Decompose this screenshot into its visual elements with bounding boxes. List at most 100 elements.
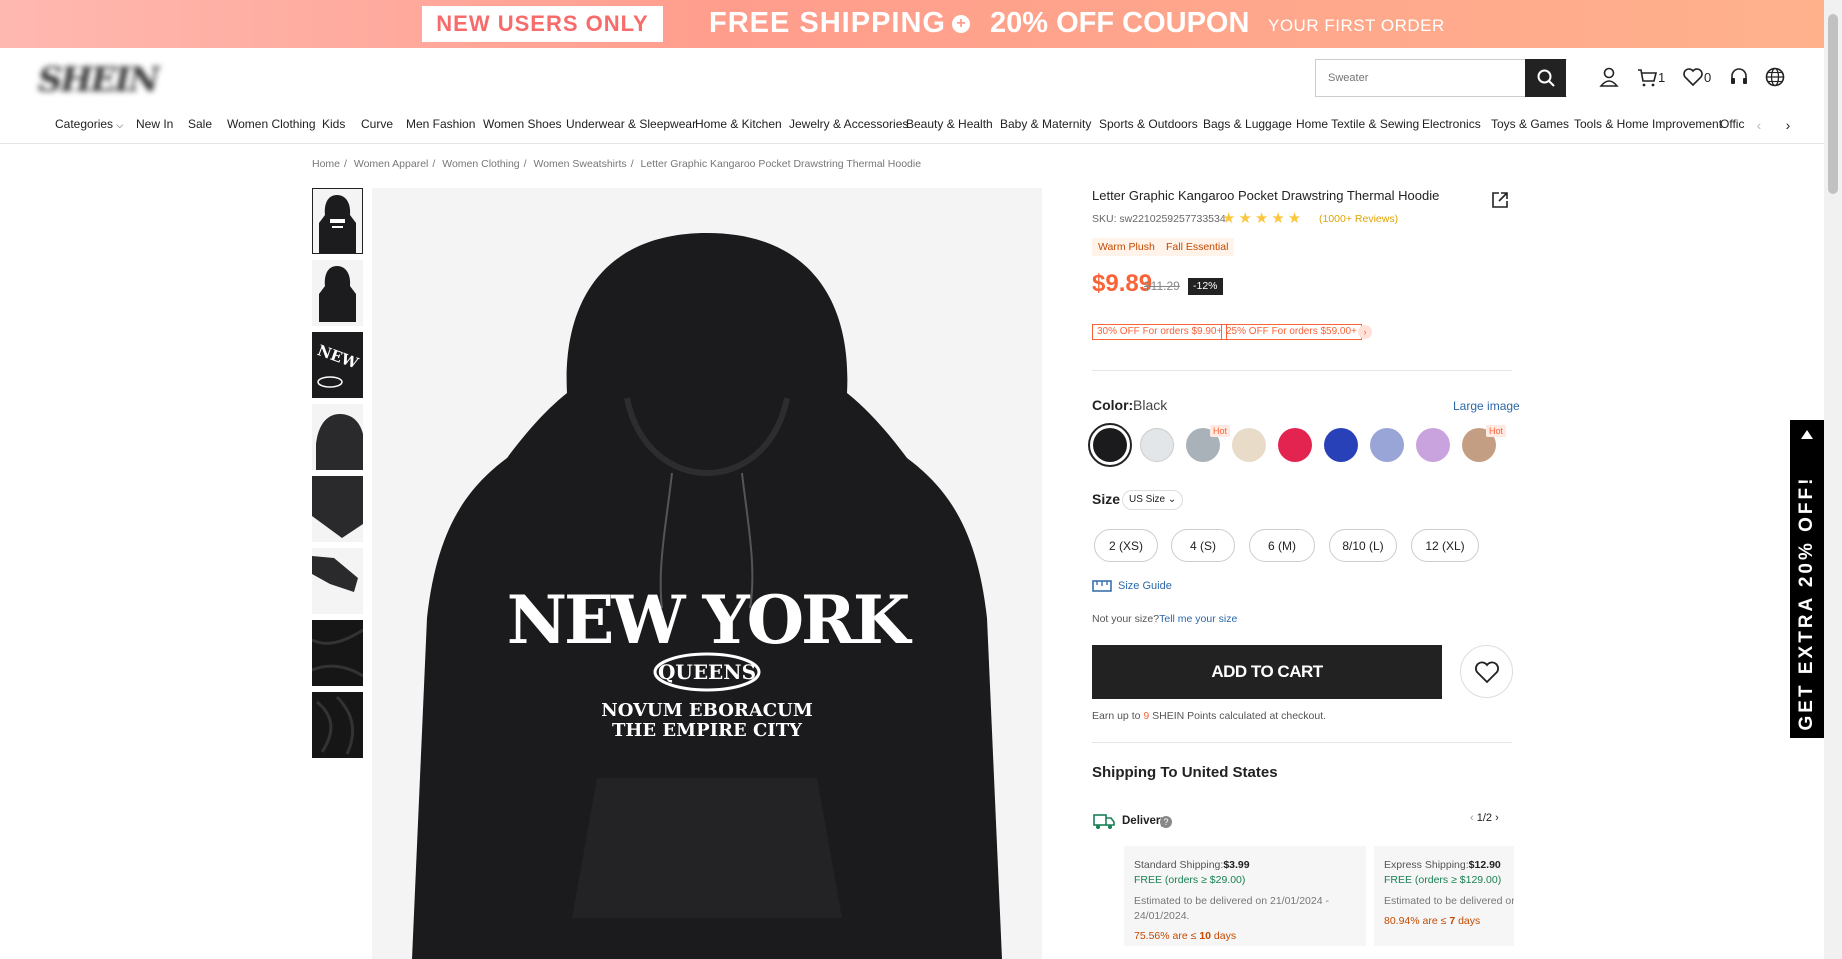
nav-item[interactable]: Women Shoes (483, 117, 562, 131)
extra-discount-text: GET EXTRA 20% OFF! (1796, 475, 1817, 731)
thumbnail[interactable] (312, 476, 363, 542)
new-users-badge: NEW USERS ONLY (422, 6, 663, 42)
coupon-badge[interactable]: 30% OFF For orders $9.90+ (1092, 324, 1228, 340)
nav-item[interactable]: Baby & Maternity (1000, 117, 1091, 131)
size-option[interactable]: 12 (XL) (1411, 529, 1479, 562)
search-button[interactable] (1525, 59, 1566, 97)
nav-item[interactable]: Men Fashion (406, 117, 475, 131)
shipping-option-card: Standard Shipping:$3.99 FREE (orders ≥ $… (1124, 846, 1366, 946)
category-nav: Categories ⌵ New In Sale Women Clothing … (0, 110, 1824, 144)
color-swatch-black[interactable] (1088, 423, 1132, 467)
size-system-select[interactable]: US Size ⌄ (1122, 490, 1184, 510)
size-option[interactable]: 4 (S) (1171, 529, 1235, 562)
plus-icon: + (952, 15, 970, 33)
size-option[interactable]: 6 (M) (1249, 529, 1315, 562)
collapse-arrow-icon[interactable] (1801, 430, 1813, 439)
ruler-icon (1092, 580, 1112, 592)
breadcrumb-item[interactable]: Home (312, 158, 340, 170)
nav-item[interactable]: Sale (188, 117, 212, 131)
thumbnail[interactable] (312, 620, 363, 686)
globe-icon (1765, 67, 1785, 87)
thumbnail[interactable] (312, 188, 363, 254)
nav-item[interactable]: Electronics (1422, 117, 1481, 131)
thumbnail[interactable] (312, 548, 363, 614)
color-swatch[interactable] (1370, 428, 1404, 462)
breadcrumb-item[interactable]: Women Apparel (354, 158, 429, 170)
support-button[interactable] (1728, 64, 1750, 90)
size-option[interactable]: 2 (XS) (1094, 529, 1158, 562)
scrollbar-thumb[interactable] (1828, 14, 1838, 194)
heart-icon (1683, 68, 1703, 87)
divider (1092, 370, 1512, 371)
nav-next-button[interactable]: › (1774, 113, 1802, 137)
thumbnail[interactable]: NEW YORK (312, 332, 363, 398)
large-image-link[interactable]: Large image (1453, 399, 1520, 413)
thumbnail[interactable] (312, 404, 363, 470)
cart-button[interactable]: 1 (1636, 64, 1665, 90)
nav-prev-button[interactable]: ‹ (1745, 113, 1773, 137)
chevron-down-icon: ⌄ (1167, 494, 1177, 505)
nav-item[interactable]: Home & Kitchen (695, 117, 782, 131)
breadcrumb-current: Letter Graphic Kangaroo Pocket Drawstrin… (640, 158, 922, 170)
thumbnail[interactable] (312, 260, 363, 326)
nav-item[interactable]: Curve (361, 117, 393, 131)
chevron-right-icon[interactable]: › (1358, 325, 1372, 339)
nav-item[interactable]: Sports & Outdoors (1099, 117, 1198, 131)
page-scrollbar[interactable] (1824, 0, 1842, 959)
nav-item[interactable]: Toys & Games (1491, 117, 1569, 131)
nav-item[interactable]: Kids (322, 117, 345, 131)
thumbnail[interactable] (312, 692, 363, 758)
print-queens: QUEENS (658, 660, 756, 684)
tell-me-size-link[interactable]: Tell me your size (1159, 613, 1237, 625)
color-swatch[interactable] (1232, 428, 1266, 462)
nav-categories[interactable]: Categories ⌵ (55, 117, 123, 131)
product-tag: Warm Plush (1092, 238, 1161, 256)
size-label: Size (1092, 491, 1121, 507)
shipping-title: Shipping To United States (1092, 764, 1278, 781)
truck-icon (1093, 814, 1115, 829)
breadcrumb-item[interactable]: Women Clothing (442, 158, 519, 170)
color-swatch[interactable] (1416, 428, 1450, 462)
search-icon (1537, 69, 1555, 87)
help-icon[interactable]: ? (1160, 816, 1172, 828)
free-shipping-text: FREE SHIPPING (709, 7, 946, 39)
nav-item[interactable]: Tools & Home Improvement (1574, 117, 1722, 131)
promo-banner[interactable]: NEW USERS ONLY FREE SHIPPING + 20% OFF C… (0, 0, 1824, 48)
heart-icon (1474, 661, 1499, 683)
extra-discount-banner[interactable]: GET EXTRA 20% OFF! (1790, 420, 1824, 738)
share-button[interactable] (1490, 190, 1510, 210)
color-swatch[interactable] (1324, 428, 1358, 462)
original-price: $11.29 (1144, 279, 1180, 293)
shipping-pager[interactable]: ‹ 1/2 › (1470, 812, 1499, 824)
size-system-value: US Size (1129, 494, 1166, 505)
nav-item[interactable]: Beauty & Health (906, 117, 993, 131)
language-button[interactable] (1764, 64, 1786, 90)
reviews-link[interactable]: (1000+ Reviews) (1319, 213, 1398, 225)
print-line2: NOVUM EBORACUM (601, 700, 813, 721)
color-swatch[interactable] (1278, 428, 1312, 462)
nav-item[interactable]: Jewelry & Accessories (789, 117, 908, 131)
add-to-wishlist-button[interactable] (1460, 645, 1513, 698)
chevron-left-icon[interactable]: ‹ (1470, 812, 1474, 824)
add-to-cart-button[interactable]: ADD TO CART (1092, 645, 1442, 699)
chevron-right-icon[interactable]: › (1495, 812, 1499, 824)
brand-logo[interactable]: SHEIN (38, 60, 203, 100)
nav-item[interactable]: New In (136, 117, 173, 131)
wishlist-count: 0 (1704, 69, 1712, 85)
user-icon (1599, 67, 1619, 87)
product-main-image[interactable]: NEW YORK QUEENS NOVUM EBORACUM THE EMPIR… (372, 188, 1042, 959)
color-swatch[interactable] (1140, 428, 1174, 462)
size-guide-link[interactable]: Size Guide (1092, 580, 1172, 592)
nav-item[interactable]: Women Clothing (227, 117, 316, 131)
account-button[interactable] (1598, 64, 1620, 90)
wishlist-button[interactable]: 0 (1682, 64, 1711, 90)
coupon-badge[interactable]: 25% OFF For orders $59.00+ (1221, 324, 1362, 340)
svg-text:NEW YORK: NEW YORK (315, 341, 363, 391)
nav-item[interactable]: Bags & Luggage (1203, 117, 1292, 131)
headset-icon (1731, 68, 1747, 84)
breadcrumb-item[interactable]: Women Sweatshirts (534, 158, 627, 170)
nav-item[interactable]: Underwear & Sleepwear (566, 117, 696, 131)
nav-item[interactable]: Office (1720, 117, 1746, 131)
size-option[interactable]: 8/10 (L) (1329, 529, 1397, 562)
nav-item[interactable]: Home Textile & Sewing (1296, 117, 1419, 131)
